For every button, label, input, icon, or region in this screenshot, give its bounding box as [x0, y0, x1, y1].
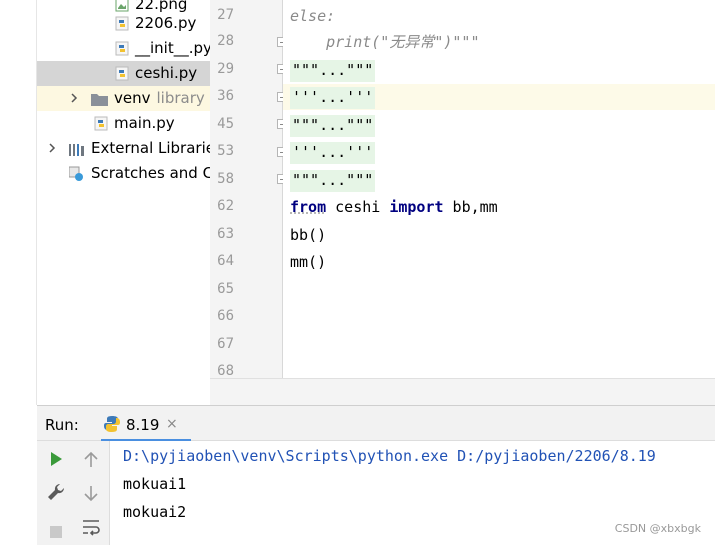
stop-icon[interactable] — [45, 521, 67, 543]
tree-item-suffix: library r — [156, 89, 211, 107]
code-ident: ceshi — [326, 198, 390, 216]
folded-region[interactable]: """...""" — [290, 115, 376, 137]
console-line-command: D:\pyjiaoben\venv\Scripts\python.exe D:/… — [123, 447, 656, 465]
line-number: 58 — [217, 171, 234, 187]
chevron-right-icon[interactable] — [47, 143, 57, 153]
code-ident: bb,mm — [443, 198, 498, 216]
chevron-right-icon[interactable] — [69, 93, 79, 103]
arrow-down-icon[interactable] — [80, 482, 102, 504]
line-number: 67 — [217, 336, 234, 352]
code-text-wrap: from ceshi import bb,mm — [290, 194, 498, 220]
play-icon[interactable] — [45, 448, 67, 470]
console-line-output: mokuai2 — [123, 503, 187, 521]
code-line: '''...''' — [283, 139, 715, 165]
tree-item-label: main.py — [114, 114, 175, 132]
library-icon — [69, 144, 84, 156]
folded-region[interactable]: '''...''' — [290, 142, 376, 164]
code-line: """...""" — [283, 57, 715, 83]
arrow-up-icon[interactable] — [80, 449, 102, 471]
code-text-wrap: """...""" — [290, 57, 376, 83]
line-number: 29 — [217, 61, 234, 77]
python-file-icon — [115, 41, 129, 56]
wrench-icon[interactable] — [45, 481, 67, 503]
python-file-icon — [115, 16, 129, 31]
code-line: bb() — [283, 222, 715, 248]
tree-item-label: venv — [114, 89, 151, 107]
line-number: 68 — [217, 363, 234, 379]
tree-item-label: External Librarie — [91, 139, 210, 157]
code-text-wrap: '''...''' — [290, 139, 376, 165]
code-line: print("无异常")""" — [283, 29, 715, 55]
tree-item-scratches[interactable]: Scratches and Co — [37, 161, 210, 186]
editor-gutter: 27 28 29 36 45 53 58 62 63 64 65 66 67 6… — [210, 0, 287, 379]
tree-item-ceshi-py[interactable]: ceshi.py — [37, 61, 210, 86]
tree-item-main-py[interactable]: main.py — [37, 111, 210, 136]
editor-horizontal-scroll[interactable] — [210, 378, 715, 405]
folded-region[interactable]: '''...''' — [290, 87, 376, 109]
tree-item-2206-py[interactable]: 2206.py — [37, 11, 210, 36]
run-panel-header: Run: 8.19 × — [37, 405, 715, 442]
line-number: 66 — [217, 308, 234, 324]
folded-region[interactable]: """...""" — [290, 60, 376, 82]
keyword-import: import — [389, 198, 444, 216]
code-editor[interactable]: else: print("无异常")""" """...""" '''...''… — [283, 0, 715, 378]
line-number: 27 — [217, 7, 234, 23]
line-number: 45 — [217, 116, 234, 132]
tree-item-external-libraries[interactable]: External Librarie — [37, 136, 210, 161]
line-number: 63 — [217, 226, 234, 242]
line-number: 64 — [217, 253, 234, 269]
code-line: mm() — [283, 249, 715, 275]
line-number: 53 — [217, 143, 234, 159]
tree-item-label: __init__.py — [135, 39, 210, 57]
code-text: print("无异常")""" — [290, 33, 480, 51]
console-line-output: mokuai1 — [123, 475, 187, 493]
tree-item-label: Scratches and Co — [91, 164, 210, 182]
code-line-current: '''...''' — [283, 84, 715, 110]
line-number: 28 — [217, 33, 234, 49]
run-tab-label: 8.19 — [126, 416, 160, 434]
tree-item-init-py[interactable]: __init__.py — [37, 36, 210, 61]
folder-icon — [91, 94, 108, 106]
watermark: CSDN @xbxbgk — [614, 522, 701, 535]
soft-wrap-icon[interactable] — [80, 516, 102, 538]
line-number: 65 — [217, 281, 234, 297]
code-line: """...""" — [283, 167, 715, 193]
line-number: 62 — [217, 198, 234, 214]
code-text: mm() — [290, 253, 327, 271]
scratches-icon — [69, 166, 83, 181]
python-file-icon — [115, 66, 129, 81]
code-text: else: — [290, 7, 336, 25]
line-number: 36 — [217, 88, 234, 104]
keyword-from: from — [290, 198, 327, 216]
code-line: from ceshi import bb,mm — [283, 194, 715, 220]
code-text-wrap: '''...''' — [290, 84, 376, 110]
tree-item-label: 2206.py — [135, 14, 197, 32]
code-text: bb() — [290, 226, 327, 244]
close-icon[interactable]: × — [166, 416, 178, 432]
code-text-wrap: """...""" — [290, 167, 376, 193]
run-toolbar — [37, 441, 110, 545]
project-tree: 22.png 2206.py __init__.py ceshi.py venv… — [37, 0, 210, 405]
left-tool-strip — [0, 0, 37, 405]
code-text-wrap: """...""" — [290, 112, 376, 138]
tree-item-venv[interactable]: venv library r — [37, 86, 210, 111]
python-file-icon — [94, 116, 108, 131]
run-tab[interactable]: 8.19 × — [101, 408, 191, 442]
code-line: """...""" — [283, 112, 715, 138]
tree-item-label-group: venv library r — [114, 86, 210, 111]
run-label: Run: — [45, 416, 79, 434]
tree-item-label: ceshi.py — [135, 64, 198, 82]
folded-region[interactable]: """...""" — [290, 170, 376, 192]
code-line: else: — [283, 3, 715, 29]
python-icon — [104, 416, 120, 432]
